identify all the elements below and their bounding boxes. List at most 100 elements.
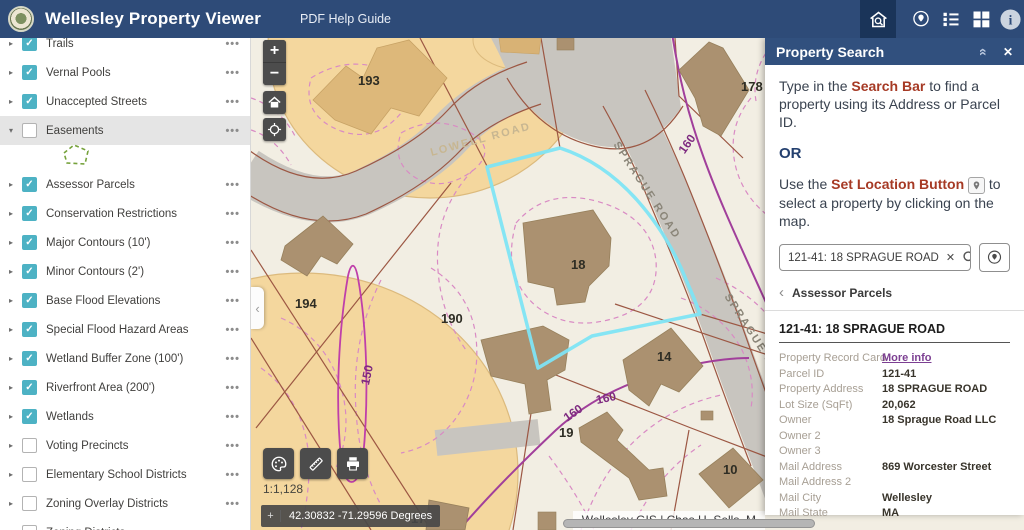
layer-row-vernal-pools[interactable]: ▸ ✓ Vernal Pools ••• [0,58,250,87]
layer-checkbox[interactable] [22,496,37,511]
crosshair-icon[interactable]: + [261,510,281,522]
layer-checkbox[interactable]: ✓ [22,380,37,395]
search-submit-button[interactable] [962,250,971,265]
chevron-right-icon[interactable]: ▸ [9,383,20,392]
zoom-in-button[interactable]: + [263,40,286,62]
detail-value: MA [882,507,899,519]
layer-checkbox[interactable] [22,525,37,530]
layer-row-base-flood-elevations[interactable]: ▸ ✓ Base Flood Elevations ••• [0,286,250,315]
layer-row-wetland-buffer[interactable]: ▸ ✓ Wetland Buffer Zone (100') ••• [0,344,250,373]
legend-list-icon[interactable] [936,0,966,38]
chevron-right-icon[interactable]: ▸ [9,470,20,479]
layer-options-button[interactable]: ••• [225,353,240,365]
layer-row-easements[interactable]: ▾ Easements ••• [0,116,250,145]
pdf-help-guide-link[interactable]: PDF Help Guide [300,12,391,26]
info-icon[interactable]: i [996,0,1024,38]
layer-row-zoning-districts[interactable]: ▸ Zoning Districts ••• [0,518,250,530]
pin-circle-icon [986,249,1003,266]
home-button[interactable] [263,91,286,114]
layer-options-button[interactable]: ••• [225,266,240,278]
layer-row-riverfront-area[interactable]: ▸ ✓ Riverfront Area (200') ••• [0,373,250,402]
panel-header: Property Search « ✕ [765,38,1024,65]
chevron-right-icon[interactable]: ▸ [9,39,20,48]
horizontal-scrollbar-thumb[interactable] [563,519,815,528]
layer-options-button[interactable]: ••• [225,96,240,108]
chevron-right-icon[interactable]: ▸ [9,441,20,450]
chevron-right-icon[interactable]: ▸ [9,68,20,77]
set-location-icon[interactable] [906,0,936,38]
layer-row-elementary-school[interactable]: ▸ Elementary School Districts ••• [0,460,250,489]
layer-checkbox[interactable]: ✓ [22,322,37,337]
chevron-right-icon[interactable]: ▸ [9,499,20,508]
search-input-value[interactable]: 121-41: 18 SPRAGUE ROAD [780,252,939,264]
chevron-right-icon[interactable]: ▸ [9,97,20,106]
more-info-link[interactable]: More info [882,352,932,364]
layer-row-trails[interactable]: ▸ ✓ Trails ••• [0,38,250,58]
detail-label: Owner [779,414,882,426]
layer-checkbox[interactable]: ✓ [22,235,37,250]
layer-row-voting-precincts[interactable]: ▸ Voting Precincts ••• [0,431,250,460]
layer-options-button[interactable]: ••• [225,125,240,137]
back-link-assessor-parcels[interactable]: ‹ Assessor Parcels [779,284,1010,301]
layer-options-button[interactable]: ••• [225,411,240,423]
layer-row-assessor-parcels[interactable]: ▸ ✓ Assessor Parcels ••• [0,170,250,199]
apps-grid-icon[interactable] [966,0,996,38]
chevron-right-icon[interactable]: ▸ [9,296,20,305]
detail-label: Lot Size (SqFt) [779,399,882,411]
layer-checkbox[interactable] [22,438,37,453]
layer-row-special-flood-hazard[interactable]: ▸ ✓ Special Flood Hazard Areas ••• [0,315,250,344]
layer-options-button[interactable]: ••• [225,38,240,50]
chevron-right-icon[interactable]: ▸ [9,238,20,247]
layer-checkbox[interactable]: ✓ [22,65,37,80]
detail-row: Owner 18 Sprague Road LLC [779,412,1010,428]
chevron-right-icon[interactable]: ▸ [9,209,20,218]
close-panel-icon[interactable]: ✕ [1003,45,1013,59]
chevron-down-icon[interactable]: ▾ [9,126,20,135]
layer-options-button[interactable]: ••• [225,498,240,510]
chevron-right-icon[interactable]: ▸ [9,325,20,334]
layer-checkbox[interactable]: ✓ [22,206,37,221]
basemap-button[interactable] [263,448,294,479]
property-search-icon[interactable] [860,0,896,38]
sidebar-collapse-tab[interactable]: ‹ [251,287,264,329]
layer-label: Assessor Parcels [46,179,225,191]
layer-options-button[interactable]: ••• [225,295,240,307]
measure-button[interactable] [300,448,331,479]
layer-row-major-contours[interactable]: ▸ ✓ Major Contours (10') ••• [0,228,250,257]
layer-row-wetlands[interactable]: ▸ ✓ Wetlands ••• [0,402,250,431]
layer-options-button[interactable]: ••• [225,382,240,394]
chevron-right-icon[interactable]: ▸ [9,267,20,276]
layer-checkbox[interactable]: ✓ [22,264,37,279]
layer-checkbox[interactable]: ✓ [22,38,37,51]
layer-options-button[interactable]: ••• [225,527,240,530]
layer-options-button[interactable]: ••• [225,469,240,481]
collapse-panel-icon[interactable]: « [976,48,992,56]
layer-checkbox[interactable]: ✓ [22,177,37,192]
layer-row-zoning-overlay[interactable]: ▸ Zoning Overlay Districts ••• [0,489,250,518]
layer-checkbox[interactable]: ✓ [22,351,37,366]
search-input[interactable]: 121-41: 18 SPRAGUE ROAD ✕ [779,244,971,271]
print-button[interactable] [337,448,368,479]
instruction-search-bar: Type in the Search Bar to find a propert… [779,77,1010,132]
set-location-button[interactable] [979,243,1010,272]
zoom-out-button[interactable]: − [263,63,286,85]
layer-options-button[interactable]: ••• [225,237,240,249]
layer-options-button[interactable]: ••• [225,440,240,452]
chevron-right-icon[interactable]: ▸ [9,180,20,189]
layer-options-button[interactable]: ••• [225,208,240,220]
layer-checkbox[interactable] [22,467,37,482]
layer-checkbox[interactable]: ✓ [22,94,37,109]
locate-button[interactable] [263,118,286,141]
layer-checkbox[interactable]: ✓ [22,409,37,424]
layer-checkbox[interactable]: ✓ [22,293,37,308]
layer-checkbox[interactable] [22,123,37,138]
clear-search-icon[interactable]: ✕ [939,251,962,264]
layer-options-button[interactable]: ••• [225,179,240,191]
layer-options-button[interactable]: ••• [225,324,240,336]
chevron-right-icon[interactable]: ▸ [9,412,20,421]
chevron-right-icon[interactable]: ▸ [9,354,20,363]
layer-options-button[interactable]: ••• [225,67,240,79]
layer-row-unaccepted-streets[interactable]: ▸ ✓ Unaccepted Streets ••• [0,87,250,116]
layer-row-conservation-restrictions[interactable]: ▸ ✓ Conservation Restrictions ••• [0,199,250,228]
layer-row-minor-contours[interactable]: ▸ ✓ Minor Contours (2') ••• [0,257,250,286]
